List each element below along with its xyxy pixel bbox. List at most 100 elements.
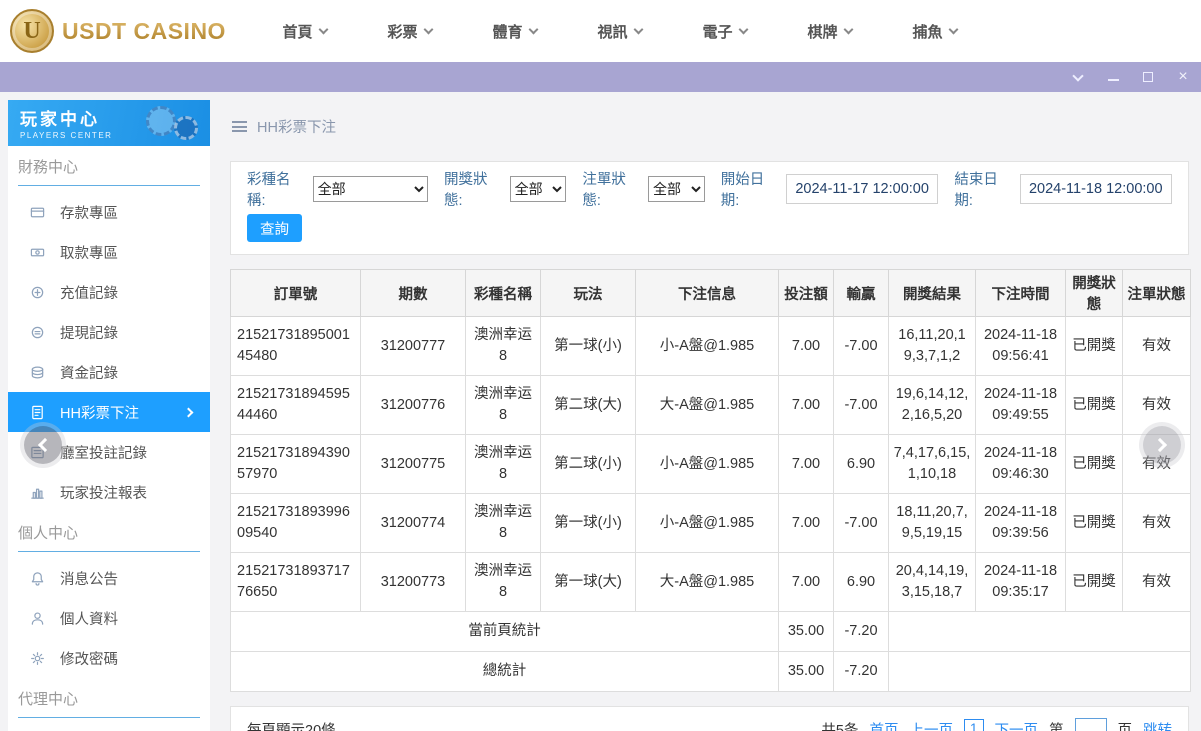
table-cell: 澳洲幸运8	[465, 375, 541, 436]
sidebar-item-cashout-record[interactable]: 提現記錄	[8, 312, 210, 352]
nav-item-label: 棋牌	[807, 23, 838, 41]
table-cell: 31200775	[360, 434, 466, 495]
scroll-right-button[interactable]	[1143, 426, 1181, 464]
maximize-icon	[1143, 72, 1153, 82]
pagination-controls: 共5条 首页 上一页 1 下一页 第 页 跳转	[821, 718, 1172, 731]
players-center-header: 玩家中心 PLAYERS CENTER	[8, 100, 210, 146]
sidebar-item-label: 廳室投註記錄	[60, 445, 147, 462]
search-button[interactable]: 查詢	[247, 214, 302, 242]
table-cell: 有效	[1122, 315, 1191, 377]
table-cell: 2024-11-18 09:49:55	[975, 375, 1066, 436]
chevron-down-icon	[633, 24, 643, 34]
sidebar-item-withdraw[interactable]: 取款專區	[8, 232, 210, 272]
column-header: 投注額	[778, 269, 834, 317]
page-jump-input[interactable]	[1074, 718, 1107, 731]
nav-item-fishing[interactable]: 捕魚	[882, 21, 987, 42]
table-cell: 大-A盤@1.985	[635, 552, 779, 613]
table-cell: 19,6,14,12,2,16,5,20	[888, 375, 976, 436]
scroll-left-button[interactable]	[24, 426, 62, 464]
page-next-link[interactable]: 下一页	[995, 719, 1039, 731]
nav-item-sports[interactable]: 體育	[462, 21, 567, 42]
table-cell: 小-A盤@1.985	[635, 434, 779, 495]
brand-logo[interactable]: U USDT CASINO	[0, 9, 252, 53]
page-first-link[interactable]: 首页	[869, 719, 898, 731]
main-nav: 首頁 彩票 體育 視訊 電子 棋牌 捕魚	[252, 21, 987, 42]
nav-item-electronic[interactable]: 電子	[672, 21, 777, 42]
window-minimize-button[interactable]	[1105, 69, 1121, 85]
page-jump-button[interactable]: 跳转	[1143, 719, 1172, 731]
sidebar-item-profile[interactable]: 個人資料	[8, 598, 210, 638]
page-prev-link[interactable]: 上一页	[909, 719, 953, 731]
table-cell: 7.00	[778, 375, 834, 436]
poker-chip-icon	[146, 106, 176, 136]
table-cell: 已開獎	[1065, 375, 1123, 436]
menu-icon[interactable]	[232, 121, 247, 132]
table-cell: 第二球(小)	[540, 434, 636, 495]
workspace: 玩家中心 PLAYERS CENTER 財務中心存款專區取款專區充值記錄提現記錄…	[0, 92, 1201, 731]
sidebar-section-title: 財務中心	[18, 156, 200, 186]
user-icon	[30, 610, 46, 626]
table-cell: 6.90	[833, 434, 889, 495]
deposit-icon	[30, 204, 46, 220]
sidebar-item-messages[interactable]: 消息公告	[8, 558, 210, 598]
top-navbar: U USDT CASINO 首頁 彩票 體育 視訊 電子 棋牌 捕魚	[0, 0, 1201, 62]
pagination-bar: 每頁顯示20條 共5条 首页 上一页 1 下一页 第 页 跳转	[230, 706, 1189, 731]
table-cell: 第一球(大)	[540, 552, 636, 613]
page-summary-row: 當前頁統計 35.00 -7.20	[230, 611, 1191, 653]
sidebar-item-change-password[interactable]: 修改密碼	[8, 638, 210, 678]
sidebar-item-label: 取款專區	[60, 245, 118, 262]
table-cell: 第二球(大)	[540, 375, 636, 436]
table-cell: -7.00	[833, 315, 889, 377]
table-cell: 2024-11-18 09:35:17	[975, 552, 1066, 613]
column-header: 開獎狀態	[1065, 269, 1123, 317]
report-icon	[30, 484, 46, 500]
table-cell: 2024-11-18 09:46:30	[975, 434, 1066, 495]
table-cell: 16,11,20,19,3,7,1,2	[888, 315, 976, 377]
table-body: 2152173189500145480 31200777 澳洲幸运8 第一球(小) 小-…	[230, 315, 1191, 693]
end-date-input[interactable]	[1019, 174, 1172, 204]
start-date-input[interactable]	[786, 174, 939, 204]
table-header: 訂單號 期數 彩種名稱 玩法 下注信息 投注額 輸贏 開獎結果 下注時間 開獎狀態 注單狀態	[230, 269, 1191, 317]
sidebar-item-recharge-record[interactable]: 充值記錄	[8, 272, 210, 312]
sidebar-item-label: 提現記錄	[60, 325, 118, 342]
summary-label: 總統計	[230, 651, 779, 693]
table-cell: -7.00	[833, 375, 889, 436]
poker-chip-icon	[174, 116, 198, 140]
window-maximize-button[interactable]	[1140, 69, 1156, 85]
page-current[interactable]: 1	[963, 719, 984, 731]
table-cell: 31200773	[360, 552, 466, 613]
table-cell: 20,4,14,19,3,15,18,7	[888, 552, 976, 613]
column-header: 下注時間	[975, 269, 1066, 317]
chevron-right-icon	[1152, 437, 1168, 453]
table-cell: 31200777	[360, 315, 466, 377]
table-cell: 7.00	[778, 315, 834, 377]
chevron-down-icon	[843, 24, 853, 34]
column-header: 玩法	[540, 269, 636, 317]
sidebar-item-fund-record[interactable]: 資金記錄	[8, 352, 210, 392]
page-title: HH彩票下注	[257, 120, 336, 136]
table-cell: 已開獎	[1065, 434, 1123, 495]
lottery-icon	[30, 404, 46, 420]
chevron-down-icon	[738, 24, 748, 34]
summary-label: 當前頁統計	[230, 611, 779, 653]
nav-item-video[interactable]: 視訊	[567, 21, 672, 42]
total-summary-row: 總統計 35.00 -7.20	[230, 651, 1191, 693]
nav-item-label: 捕魚	[912, 23, 943, 41]
sidebar-item-deposit[interactable]: 存款專區	[8, 192, 210, 232]
bet-table: 訂單號 期數 彩種名稱 玩法 下注信息 投注額 輸贏 開獎結果 下注時間 開獎狀態 注單狀態 215…	[230, 269, 1191, 693]
nav-item-home[interactable]: 首頁	[252, 21, 357, 42]
end-date-label: 結束日期:	[954, 172, 998, 209]
sidebar-item-label: 修改密碼	[60, 651, 118, 668]
column-header: 開獎結果	[888, 269, 976, 317]
window-close-button[interactable]: ×	[1175, 69, 1191, 85]
lottery-select[interactable]: 全部	[312, 176, 428, 202]
jump-prefix-label: 第	[1049, 722, 1064, 731]
bell-icon	[30, 570, 46, 586]
chevron-down-icon	[948, 24, 958, 34]
window-collapse-button[interactable]	[1070, 69, 1086, 85]
nav-item-board-games[interactable]: 棋牌	[777, 21, 882, 42]
nav-item-lottery[interactable]: 彩票	[357, 21, 462, 42]
draw-status-select[interactable]: 全部	[509, 176, 567, 202]
bet-status-select[interactable]: 全部	[647, 176, 705, 202]
sidebar-item-player-bet-report[interactable]: 玩家投注報表	[8, 472, 210, 512]
